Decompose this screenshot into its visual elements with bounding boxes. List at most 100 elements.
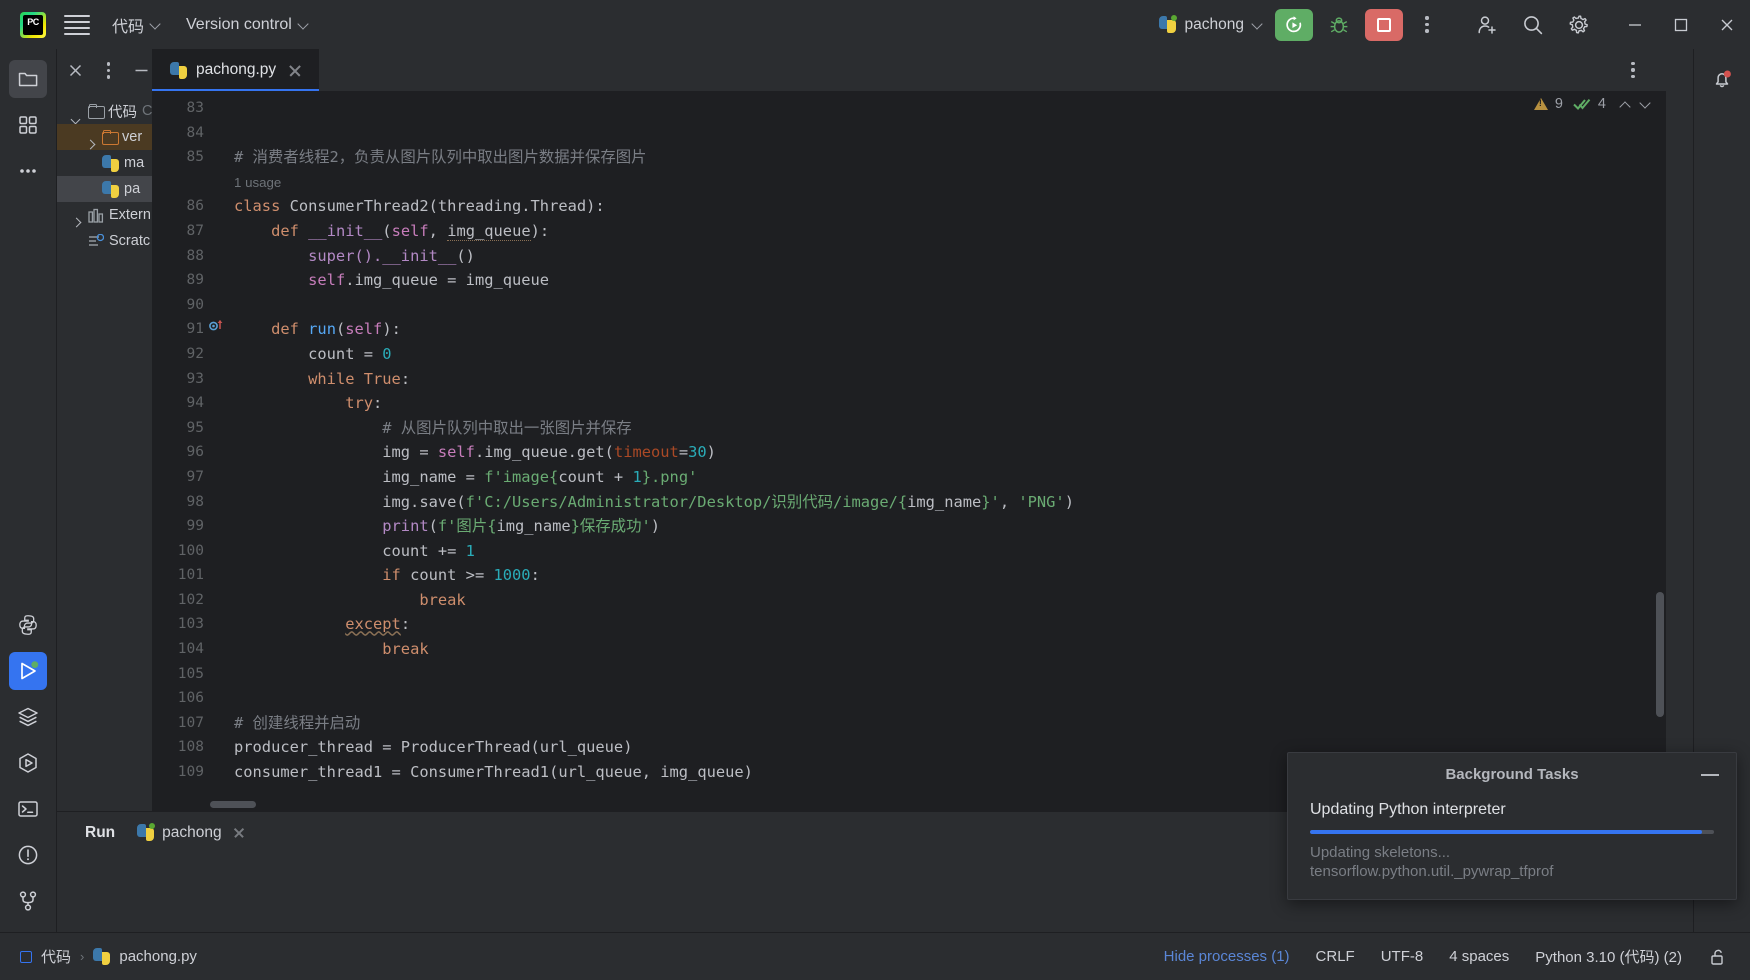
title-bar-right: pachong: [1158, 0, 1750, 49]
tree-item-pachong-py[interactable]: pa: [57, 176, 152, 202]
module-icon: [20, 950, 32, 963]
code-editor[interactable]: 9 4 83 84 85# 消费者线程2，负责从图片队列中取出图片数据并保存图片…: [152, 92, 1666, 811]
breadcrumb-item-module[interactable]: 代码: [41, 946, 71, 967]
line-number: 100: [177, 542, 204, 559]
editor-vertical-scrollbar[interactable]: [1656, 592, 1664, 717]
line-number: 103: [177, 616, 204, 633]
run-tab-label: pachong: [162, 823, 222, 841]
code-line[interactable]: 95 # 从图片队列中取出一张图片并保存: [152, 416, 1666, 441]
line-number: 101: [177, 567, 204, 584]
code-line[interactable]: 90: [152, 293, 1666, 318]
code-line[interactable]: 89 self.img_queue = img_queue: [152, 268, 1666, 293]
chevron-down-icon[interactable]: [1639, 98, 1652, 111]
hide-processes-link[interactable]: Hide processes (1): [1164, 948, 1290, 965]
editor-tab-pachong-py[interactable]: pachong.py: [152, 49, 320, 92]
line-separator-status[interactable]: CRLF: [1316, 948, 1355, 965]
stop-button[interactable]: [1365, 8, 1403, 41]
code-line[interactable]: 84: [152, 121, 1666, 146]
code-line[interactable]: 83: [152, 96, 1666, 121]
run-button[interactable]: [1275, 8, 1313, 41]
line-number: 93: [186, 370, 204, 387]
unlock-icon[interactable]: [1708, 947, 1728, 967]
code-line[interactable]: 93 while True:: [152, 367, 1666, 392]
code-line[interactable]: 102 break: [152, 588, 1666, 613]
run-configuration-selector[interactable]: pachong: [1158, 15, 1262, 34]
background-task-detail: Updating skeletons... tensorflow.python.…: [1288, 843, 1736, 881]
breadcrumb-item-file[interactable]: pachong.py: [119, 948, 197, 965]
code-line[interactable]: 105: [152, 662, 1666, 687]
code-line[interactable]: 101 if count >= 1000:: [152, 563, 1666, 588]
inspections-widget[interactable]: 9 4: [1533, 96, 1652, 112]
window-minimize-button[interactable]: [1612, 0, 1658, 49]
indent-setting-status[interactable]: 4 spaces: [1449, 948, 1509, 965]
python-console-icon: [19, 615, 37, 635]
code-line[interactable]: 86 class ConsumerThread2(threading.Thread…: [152, 194, 1666, 219]
chevron-up-icon[interactable]: [1619, 98, 1632, 111]
account-button[interactable]: [1468, 6, 1506, 44]
close-run-tab-icon[interactable]: [232, 826, 246, 840]
project-options-button[interactable]: [98, 60, 119, 82]
line-number: 89: [186, 272, 204, 289]
code-line[interactable]: 97 img_name = f'image{count + 1}.png': [152, 465, 1666, 490]
sidebar-item-python-console[interactable]: [9, 606, 47, 644]
code-line[interactable]: 106: [152, 686, 1666, 711]
main-menu-button[interactable]: [64, 14, 90, 36]
tree-item-main-py[interactable]: ma: [57, 150, 152, 176]
version-control-dropdown[interactable]: Version control: [186, 16, 308, 34]
code-content[interactable]: 83 84 85 # 消费者线程2，负责从图片队列中取出图片数据并保存图片 1 us…: [152, 96, 1666, 785]
sidebar-item-run[interactable]: [9, 652, 47, 690]
debug-button[interactable]: [1320, 6, 1358, 44]
code-line[interactable]: 99 print(f'图片{img_name}保存成功'): [152, 514, 1666, 539]
chevron-down-icon: [299, 20, 308, 29]
sidebar-item-structure[interactable]: [9, 106, 47, 144]
tree-item-scratches[interactable]: Scratc: [57, 228, 152, 254]
code-line[interactable]: 88 super().__init__(): [152, 244, 1666, 269]
close-icon: [1721, 19, 1733, 30]
settings-button[interactable]: [1560, 6, 1598, 44]
sidebar-item-python-packages[interactable]: [9, 744, 47, 782]
window-close-button[interactable]: [1704, 0, 1750, 49]
title-bar-left: PC 代码 Version control: [0, 11, 334, 38]
tree-item-external-libraries[interactable]: Extern: [57, 202, 152, 228]
tree-item-venv[interactable]: ver: [57, 124, 152, 150]
search-everywhere-button[interactable]: [1514, 6, 1552, 44]
code-line[interactable]: 107 # 创建线程并启动: [152, 711, 1666, 736]
code-line[interactable]: 96 img = self.img_queue.get(timeout=30): [152, 440, 1666, 465]
sidebar-item-terminal[interactable]: [9, 790, 47, 828]
code-line[interactable]: 92 count = 0: [152, 342, 1666, 367]
more-actions-button[interactable]: [1408, 6, 1446, 44]
code-line[interactable]: 100 count += 1: [152, 539, 1666, 564]
sidebar-item-version-control[interactable]: [9, 882, 47, 920]
sidebar-item-project[interactable]: [9, 60, 47, 98]
breadcrumb-separator: ›: [80, 949, 85, 964]
code-line[interactable]: 98 img.save(f'C:/Users/Administrator/Des…: [152, 490, 1666, 515]
sidebar-item-more-tool-windows[interactable]: [9, 152, 47, 190]
sidebar-item-services[interactable]: [9, 698, 47, 736]
notifications-button[interactable]: [1703, 60, 1741, 98]
folder-icon: [88, 104, 105, 119]
project-name-dropdown[interactable]: 代码: [112, 13, 160, 37]
run-panel-title[interactable]: Run: [85, 824, 115, 842]
background-tasks-popup[interactable]: Background Tasks Updating Python interpr…: [1287, 752, 1737, 900]
window-maximize-button[interactable]: [1658, 0, 1704, 49]
close-panel-button[interactable]: [65, 60, 86, 82]
code-line[interactable]: 94 try:: [152, 391, 1666, 416]
file-encoding-status[interactable]: UTF-8: [1381, 948, 1424, 965]
minimize-popup-button[interactable]: [1701, 767, 1719, 781]
code-line[interactable]: 104 break: [152, 637, 1666, 662]
editor-options-button[interactable]: [1614, 51, 1652, 89]
code-line[interactable]: 85 # 消费者线程2，负责从图片队列中取出图片数据并保存图片: [152, 145, 1666, 170]
run-gutter-icon[interactable]: [208, 317, 224, 333]
tree-item-project-root[interactable]: 代码 C: [57, 98, 152, 124]
close-tab-icon[interactable]: [287, 62, 303, 78]
sidebar-item-problems[interactable]: [9, 836, 47, 874]
code-line[interactable]: 91 def run(self):: [152, 317, 1666, 342]
code-line[interactable]: 87 def __init__(self, img_queue):: [152, 219, 1666, 244]
hide-panel-button[interactable]: [131, 60, 152, 82]
code-scroll-container[interactable]: 83 84 85 # 消费者线程2，负责从图片队列中取出图片数据并保存图片 1 us…: [152, 92, 1666, 811]
status-bar-right: Hide processes (1) CRLF UTF-8 4 spaces P…: [1164, 946, 1750, 967]
run-tab-pachong[interactable]: pachong: [137, 823, 246, 842]
interpreter-status[interactable]: Python 3.10 (代码) (2): [1535, 946, 1682, 967]
code-line[interactable]: 103 except:: [152, 612, 1666, 637]
editor-horizontal-scrollbar[interactable]: [210, 801, 256, 808]
